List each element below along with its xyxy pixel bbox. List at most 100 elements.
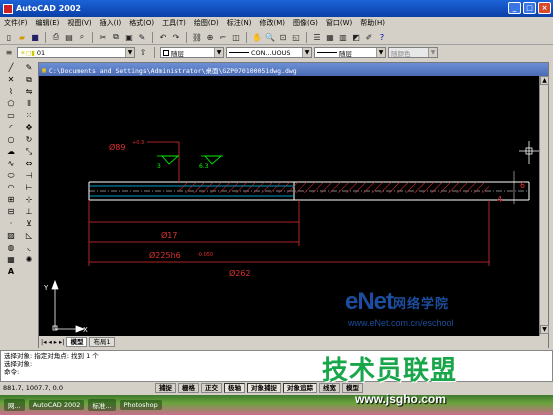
- mirror-icon[interactable]: ⇋: [23, 86, 35, 97]
- print-preview-icon[interactable]: ▤: [63, 31, 75, 43]
- minimize-button[interactable]: _: [508, 2, 521, 14]
- trim-icon[interactable]: ⊣: [23, 170, 35, 181]
- menu-window[interactable]: 窗口(W): [326, 18, 352, 28]
- cut-icon[interactable]: ✂: [97, 31, 109, 43]
- aerial-view-icon[interactable]: ◫: [230, 31, 242, 43]
- scale-icon[interactable]: ⤡: [23, 146, 35, 157]
- snap-toggle[interactable]: 捕捉: [155, 383, 176, 393]
- menu-dimension[interactable]: 标注(N): [227, 18, 252, 28]
- grid-toggle[interactable]: 栅格: [178, 383, 199, 393]
- erase-icon[interactable]: ✎: [23, 62, 35, 73]
- tab-last-icon[interactable]: ▸|: [59, 338, 64, 346]
- tab-layout1[interactable]: 布局1: [89, 337, 115, 347]
- match-properties-icon[interactable]: ✎: [136, 31, 148, 43]
- tab-next-icon[interactable]: ▸: [54, 338, 57, 346]
- menu-format[interactable]: 格式(O): [129, 18, 154, 28]
- taskbar-item-photoshop[interactable]: Photoshop: [119, 400, 162, 410]
- help-icon[interactable]: ?: [376, 31, 388, 43]
- redo-icon[interactable]: ↷: [170, 31, 182, 43]
- scroll-down-icon[interactable]: ▼: [540, 325, 549, 334]
- maximize-button[interactable]: □: [523, 2, 536, 14]
- lineweight-dropdown[interactable]: 随层 ▼: [314, 47, 386, 58]
- join-icon[interactable]: ⊻: [23, 218, 35, 229]
- vertical-scrollbar[interactable]: ▲ ▼: [539, 76, 549, 336]
- properties-icon[interactable]: ☰: [311, 31, 323, 43]
- chamfer-icon[interactable]: ◺: [23, 230, 35, 241]
- move-icon[interactable]: ✥: [23, 122, 35, 133]
- menu-edit[interactable]: 编辑(E): [36, 18, 60, 28]
- paste-icon[interactable]: ▣: [123, 31, 135, 43]
- zoom-previous-icon[interactable]: ◱: [290, 31, 302, 43]
- markup-icon[interactable]: ✐: [363, 31, 375, 43]
- ucs-icon[interactable]: ⌐: [217, 31, 229, 43]
- command-prompt[interactable]: 命令:: [4, 368, 549, 376]
- taskbar-item[interactable]: 网...: [4, 399, 25, 411]
- offset-icon[interactable]: ⫴: [23, 98, 35, 109]
- new-file-icon[interactable]: ▯: [3, 31, 15, 43]
- menu-file[interactable]: 文件(F): [4, 18, 28, 28]
- polyline-icon[interactable]: ⌇: [5, 86, 17, 97]
- make-block-icon[interactable]: ⊟: [5, 206, 17, 217]
- menu-draw[interactable]: 绘图(D): [194, 18, 219, 28]
- break-at-point-icon[interactable]: ⊹: [23, 194, 35, 205]
- dbconnect-icon[interactable]: ◩: [350, 31, 362, 43]
- taskbar-item[interactable]: 标准...: [88, 399, 116, 411]
- taskbar-item-autocad[interactable]: AutoCAD 2002: [28, 400, 85, 410]
- revision-cloud-icon[interactable]: ☁: [5, 146, 17, 157]
- copy-object-icon[interactable]: ⧉: [23, 74, 35, 85]
- menu-tools[interactable]: 工具(T): [162, 18, 186, 28]
- undo-icon[interactable]: ↶: [157, 31, 169, 43]
- tab-prev-icon[interactable]: ◂: [48, 338, 51, 346]
- pan-icon[interactable]: ✋: [251, 31, 263, 43]
- osnap-toggle[interactable]: 对象捕捉: [247, 383, 281, 393]
- spline-icon[interactable]: ∿: [5, 158, 17, 169]
- explode-icon[interactable]: ✺: [23, 254, 35, 265]
- object-snap-icon[interactable]: ⊕: [204, 31, 216, 43]
- layer-manager-icon[interactable]: ≡: [3, 47, 15, 59]
- copy-icon[interactable]: ⧉: [110, 31, 122, 43]
- break-icon[interactable]: ⊥: [23, 206, 35, 217]
- tool-palette-icon[interactable]: ▥: [337, 31, 349, 43]
- circle-icon[interactable]: ○: [5, 134, 17, 145]
- make-current-layer-icon[interactable]: ⇧: [137, 47, 149, 59]
- arc-icon[interactable]: ◜: [5, 122, 17, 133]
- line-icon[interactable]: ╱: [5, 62, 17, 73]
- menu-image[interactable]: 图像(G): [293, 18, 318, 28]
- stretch-icon[interactable]: ⇔: [23, 158, 35, 169]
- otrack-toggle[interactable]: 对象追踪: [283, 383, 317, 393]
- extend-icon[interactable]: ⊢: [23, 182, 35, 193]
- find-icon[interactable]: ⌕: [76, 31, 88, 43]
- scroll-up-icon[interactable]: ▲: [540, 76, 549, 85]
- rectangle-icon[interactable]: ▭: [5, 110, 17, 121]
- multiline-text-icon[interactable]: A: [5, 266, 17, 277]
- insert-block-icon[interactable]: ⊞: [5, 194, 17, 205]
- rotate-icon[interactable]: ↻: [23, 134, 35, 145]
- menu-help[interactable]: 帮助(H): [360, 18, 385, 28]
- linetype-dropdown[interactable]: CON...UOUS ▼: [226, 47, 312, 58]
- polygon-icon[interactable]: ⬠: [5, 98, 17, 109]
- color-dropdown[interactable]: 随层 ▼: [160, 47, 224, 58]
- tab-model[interactable]: 模型: [66, 337, 88, 347]
- region-icon[interactable]: ◍: [5, 242, 17, 253]
- array-icon[interactable]: ⁙: [23, 110, 35, 121]
- ortho-toggle[interactable]: 正交: [201, 383, 222, 393]
- table-icon[interactable]: ▦: [5, 254, 17, 265]
- print-icon[interactable]: ⎙: [50, 31, 62, 43]
- zoom-window-icon[interactable]: ⊡: [277, 31, 289, 43]
- construction-line-icon[interactable]: ✕: [5, 74, 17, 85]
- polar-toggle[interactable]: 极轴: [224, 383, 245, 393]
- tab-first-icon[interactable]: |◂: [41, 338, 46, 346]
- menu-insert[interactable]: 插入(I): [100, 18, 122, 28]
- design-center-icon[interactable]: ▦: [324, 31, 336, 43]
- point-icon[interactable]: ·: [5, 218, 17, 229]
- hatch-icon[interactable]: ▨: [5, 230, 17, 241]
- command-line[interactable]: 选择对象: 指定对角点: 找到 1 个 选择对象: 命令:: [0, 350, 553, 382]
- ellipse-icon[interactable]: ⬭: [5, 170, 17, 181]
- ellipse-arc-icon[interactable]: ◠: [5, 182, 17, 193]
- menu-view[interactable]: 视图(V): [67, 18, 91, 28]
- fillet-icon[interactable]: ◟: [23, 242, 35, 253]
- drawing-canvas[interactable]: Ø89 +0.3 Ø17 Ø225h6 -0.050 Ø262 6 4 3 6.…: [39, 76, 539, 336]
- save-icon[interactable]: ■: [29, 31, 41, 43]
- close-button[interactable]: ×: [538, 2, 551, 14]
- layer-dropdown[interactable]: ☀◻▮ 01 ▼: [17, 47, 135, 58]
